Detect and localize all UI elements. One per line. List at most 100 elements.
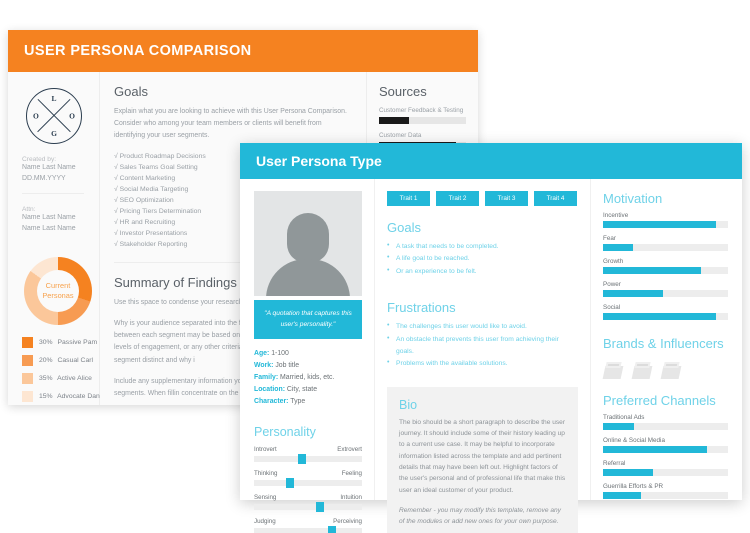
legend-swatch [22,354,33,366]
persona-detail-key: Character: [254,397,289,405]
persona-detail-value: Type [288,397,306,405]
slider-label-right: Perceiving [333,518,362,526]
left-document-header: USER PERSONA COMPARISON [8,30,478,72]
source-label: Customer Data [379,132,422,139]
user-persona-type-card: User Persona Type "A quotation that capt… [240,143,742,533]
brand-icon-top [605,362,622,368]
trait-tag[interactable]: Trait 3 [485,191,528,206]
bar-fill [603,313,716,320]
avatar [254,191,362,296]
persona-goal-item: Or an experience to be felt. [387,265,578,278]
motivation-bar: Social [603,304,728,320]
motivation-bar-chart: Incentive Fear Growth Power Social [603,212,728,320]
persona-detail-value: Married, kids, etc. [278,373,335,381]
brand-placeholder-icon [631,361,654,381]
persona-quote-box: "A quotation that captures this user's p… [254,300,362,340]
donut-center-line-1: Current [45,280,71,290]
bar-fill [603,244,633,251]
bar-track [603,221,728,228]
bar-label: Guerrilla Efforts & PR [603,483,664,490]
trait-tag[interactable]: Trait 4 [534,191,577,206]
sources-heading: Sources [379,84,427,99]
trait-tag-list: Trait 1 Trait 2 Trait 3 Trait 4 [387,191,578,206]
bar-label: Power [603,281,621,288]
frustrations-list: The challenges this user would like to a… [387,320,578,371]
legend-label: 30% Passive Pam [39,338,98,346]
persona-detail-row: Family: Married, kids, etc. [254,372,362,384]
slider-knob[interactable] [327,526,336,533]
legend-label: 35% Active Alice [39,374,92,382]
avatar-body-shape [266,259,350,296]
right-card-body: "A quotation that captures this user's p… [240,179,742,533]
attn-name-2: Name Last Name [22,225,76,233]
slider-track[interactable] [254,526,362,533]
bio-heading: Bio [399,397,418,412]
trait-tag[interactable]: Trait 2 [436,191,479,206]
created-by-date: DD.MM.YYYY [22,174,66,182]
persona-detail-value: 1-100 [269,350,289,358]
slider-label-right: Intuition [340,494,362,502]
personality-heading: Personality [254,425,316,440]
personality-slider[interactable]: Sensing Intuition [254,494,362,513]
brands-heading: Brands & Influencers [603,336,724,351]
frustration-item: An obstacle that prevents this user from… [387,333,578,359]
bar-fill [603,469,653,476]
attn-label: Attn: [22,206,36,214]
motivation-bar: Fear [603,235,728,251]
trait-tag[interactable]: Trait 1 [387,191,430,206]
source-bar-track [379,117,466,124]
bar-track [603,492,728,499]
persona-detail-row: Work: Job title [254,360,362,372]
bar-track [603,244,728,251]
bar-fill [603,446,707,453]
avatar-head-shape [287,213,329,263]
slider-knob[interactable] [315,502,324,513]
slider-track[interactable] [254,502,362,513]
bar-fill [603,221,716,228]
bar-label: Referral [603,460,626,467]
source-bar-fill [379,117,409,124]
persona-goal-item: A task that needs to be completed. [387,240,578,253]
brand-icon-top [634,362,651,368]
persona-goal-item: A life goal to be reached. [387,252,578,265]
persona-detail-value: City, state [285,385,318,393]
personality-slider[interactable]: Thinking Feeling [254,470,362,489]
slider-track[interactable] [254,454,362,465]
goals-body: Explain what you are looking to achieve … [114,108,347,140]
bar-fill [603,492,641,499]
bar-label: Fear [603,235,616,242]
slider-label-right: Extrovert [337,446,362,454]
legend-swatch [22,390,33,402]
persona-detail-row: Age: 1-100 [254,348,362,360]
right-card-title: User Persona Type [256,153,382,169]
personality-slider[interactable]: Introvert Extrovert [254,446,362,465]
slider-knob[interactable] [285,478,294,489]
logo-letter-right: O [69,111,75,121]
persona-detail-key: Work: [254,361,274,369]
source-item: Customer Feedback & Testing [379,107,466,124]
motivation-bar: Power [603,281,728,297]
slider-labels: Introvert Extrovert [254,446,362,453]
bar-track [603,469,728,476]
legend-swatch [22,372,33,384]
bar-label: Incentive [603,212,629,219]
slider-track[interactable] [254,478,362,489]
persona-goals-column: Trait 1 Trait 2 Trait 3 Trait 4 Goals A tas… [375,179,590,533]
brand-icon-top [663,362,680,368]
slider-label-left: Judging [254,518,276,526]
created-by-label: Created by: [22,156,57,163]
persona-motivation-column: Motivation Incentive Fear Growth Power Socia… [590,179,742,500]
persona-goals-heading: Goals [387,220,421,235]
current-personas-donut-chart: Current Personas [24,256,92,325]
motivation-bar: Growth [603,258,728,274]
donut-legend-item: 30% Passive Pam [22,336,97,348]
channel-bar: Traditional Ads [603,414,728,430]
logo-icon: L O G O [26,88,82,144]
bar-fill [603,423,635,430]
slider-knob[interactable] [297,454,306,465]
attn-name-1: Name Last Name [22,214,76,222]
personality-slider[interactable]: Judging Perceiving [254,518,362,533]
frustration-item: The challenges this user would like to a… [387,320,578,333]
bar-fill [603,267,701,274]
persona-profile-column: "A quotation that captures this user's p… [240,179,375,533]
